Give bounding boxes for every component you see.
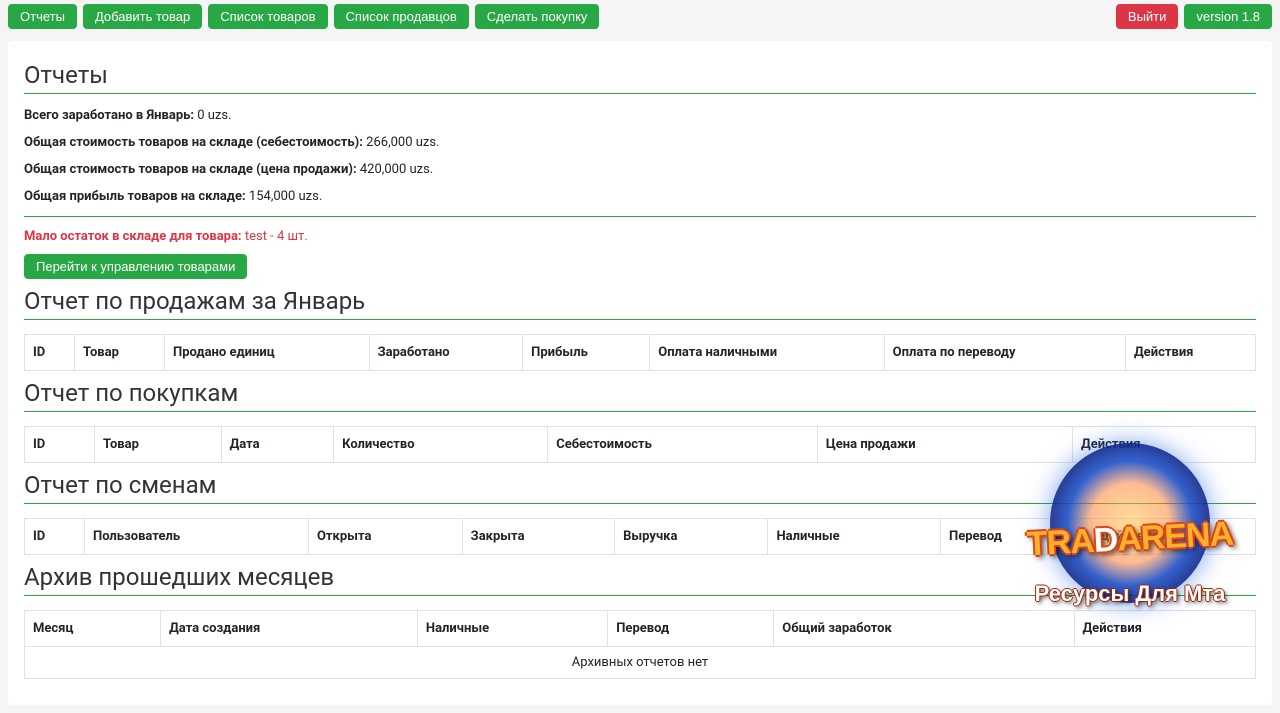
shift-report-title: Отчет по сменам (24, 471, 1256, 499)
stat-warehouse-cost-value: 266,000 uzs. (363, 135, 440, 150)
shift-divider (24, 503, 1256, 504)
stat-warehouse-profit: Общая прибыль товаров на складе: 154,000… (24, 189, 1256, 204)
archive-title: Архив прошедших месяцев (24, 563, 1256, 591)
col-actions: Действия (1091, 519, 1256, 555)
col-user: Пользователь (85, 519, 309, 555)
stat-warehouse-sale-value: 420,000 uzs. (357, 162, 434, 177)
stat-warehouse-profit-value: 154,000 uzs. (246, 189, 323, 204)
col-revenue: Выручка (615, 519, 768, 555)
table-row: ID Пользователь Открыта Закрыта Выручка … (25, 519, 1256, 555)
col-actions: Действия (1126, 335, 1256, 371)
low-stock-warning: Мало остаток в складе для товара: test -… (24, 229, 1256, 244)
stat-earned-value: 0 uzs. (194, 108, 232, 123)
purchase-table: ID Товар Дата Количество Себестоимость Ц… (24, 426, 1256, 463)
col-transfer: Перевод (608, 611, 774, 647)
stat-warehouse-sale-label: Общая стоимость товаров на складе (цена … (24, 162, 357, 177)
product-list-button[interactable]: Список товаров (208, 4, 327, 29)
purchase-divider (24, 411, 1256, 412)
stats-divider (24, 216, 1256, 217)
low-stock-value: test - 4 шт. (245, 229, 308, 244)
page-title: Отчеты (24, 61, 1256, 89)
col-id: ID (25, 427, 95, 463)
stat-warehouse-sale: Общая стоимость товаров на складе (цена … (24, 162, 1256, 177)
table-row: Месяц Дата создания Наличные Перевод Общ… (25, 611, 1256, 647)
col-date: Дата (221, 427, 334, 463)
col-qty: Количество (334, 427, 548, 463)
nav-left-group: Отчеты Добавить товар Список товаров Спи… (8, 4, 599, 29)
col-month: Месяц (25, 611, 161, 647)
reports-button[interactable]: Отчеты (8, 4, 77, 29)
col-transfer: Оплата по переводу (884, 335, 1125, 371)
version-button[interactable]: version 1.8 (1184, 4, 1272, 29)
col-id: ID (25, 519, 85, 555)
table-row: ID Товар Продано единиц Заработано Прибы… (25, 335, 1256, 371)
col-id: ID (25, 335, 75, 371)
col-created: Дата создания (161, 611, 418, 647)
col-actions: Действия (1074, 611, 1256, 647)
col-cash: Наличные (768, 519, 941, 555)
col-total: Общий заработок (774, 611, 1074, 647)
make-purchase-button[interactable]: Сделать покупку (475, 4, 600, 29)
seller-list-button[interactable]: Список продавцов (334, 4, 469, 29)
title-divider (24, 93, 1256, 94)
table-row: ID Товар Дата Количество Себестоимость Ц… (25, 427, 1256, 463)
col-earned: Заработано (369, 335, 523, 371)
col-cost: Себестоимость (548, 427, 818, 463)
table-row: Архивных отчетов нет (25, 647, 1256, 679)
logout-button[interactable]: Выйти (1116, 4, 1179, 29)
stat-earned-label: Всего заработано в Январь: (24, 108, 194, 123)
col-sold: Продано единиц (165, 335, 370, 371)
archive-divider (24, 595, 1256, 596)
stat-earned: Всего заработано в Январь: 0 uzs. (24, 108, 1256, 123)
col-cash: Оплата наличными (650, 335, 884, 371)
nav-right-group: Выйти version 1.8 (1116, 4, 1272, 29)
sales-divider (24, 319, 1256, 320)
stat-warehouse-cost-label: Общая стоимость товаров на складе (себес… (24, 135, 363, 150)
stat-warehouse-cost: Общая стоимость товаров на складе (себес… (24, 135, 1256, 150)
col-product: Товар (75, 335, 165, 371)
stat-warehouse-profit-label: Общая прибыль товаров на складе: (24, 189, 246, 204)
col-product: Товар (95, 427, 222, 463)
sales-report-title: Отчет по продажам за Январь (24, 287, 1256, 315)
add-product-button[interactable]: Добавить товар (83, 4, 202, 29)
sales-table: ID Товар Продано единиц Заработано Прибы… (24, 334, 1256, 371)
shift-table: ID Пользователь Открыта Закрыта Выручка … (24, 518, 1256, 555)
main-container: Отчеты Всего заработано в Январь: 0 uzs.… (8, 41, 1272, 705)
col-opened: Открыта (308, 519, 462, 555)
low-stock-label: Мало остаток в складе для товара: (24, 229, 245, 244)
col-actions: Действия (1073, 427, 1256, 463)
archive-empty-text: Архивных отчетов нет (25, 647, 1256, 679)
top-navbar: Отчеты Добавить товар Список товаров Спи… (0, 0, 1280, 33)
archive-table: Месяц Дата создания Наличные Перевод Общ… (24, 610, 1256, 679)
manage-products-button[interactable]: Перейти к управлению товарами (24, 254, 247, 279)
col-cash: Наличные (417, 611, 607, 647)
col-sale-price: Цена продажи (817, 427, 1072, 463)
col-transfer: Перевод (941, 519, 1092, 555)
col-closed: Закрыта (462, 519, 614, 555)
col-profit: Прибыль (523, 335, 650, 371)
purchase-report-title: Отчет по покупкам (24, 379, 1256, 407)
